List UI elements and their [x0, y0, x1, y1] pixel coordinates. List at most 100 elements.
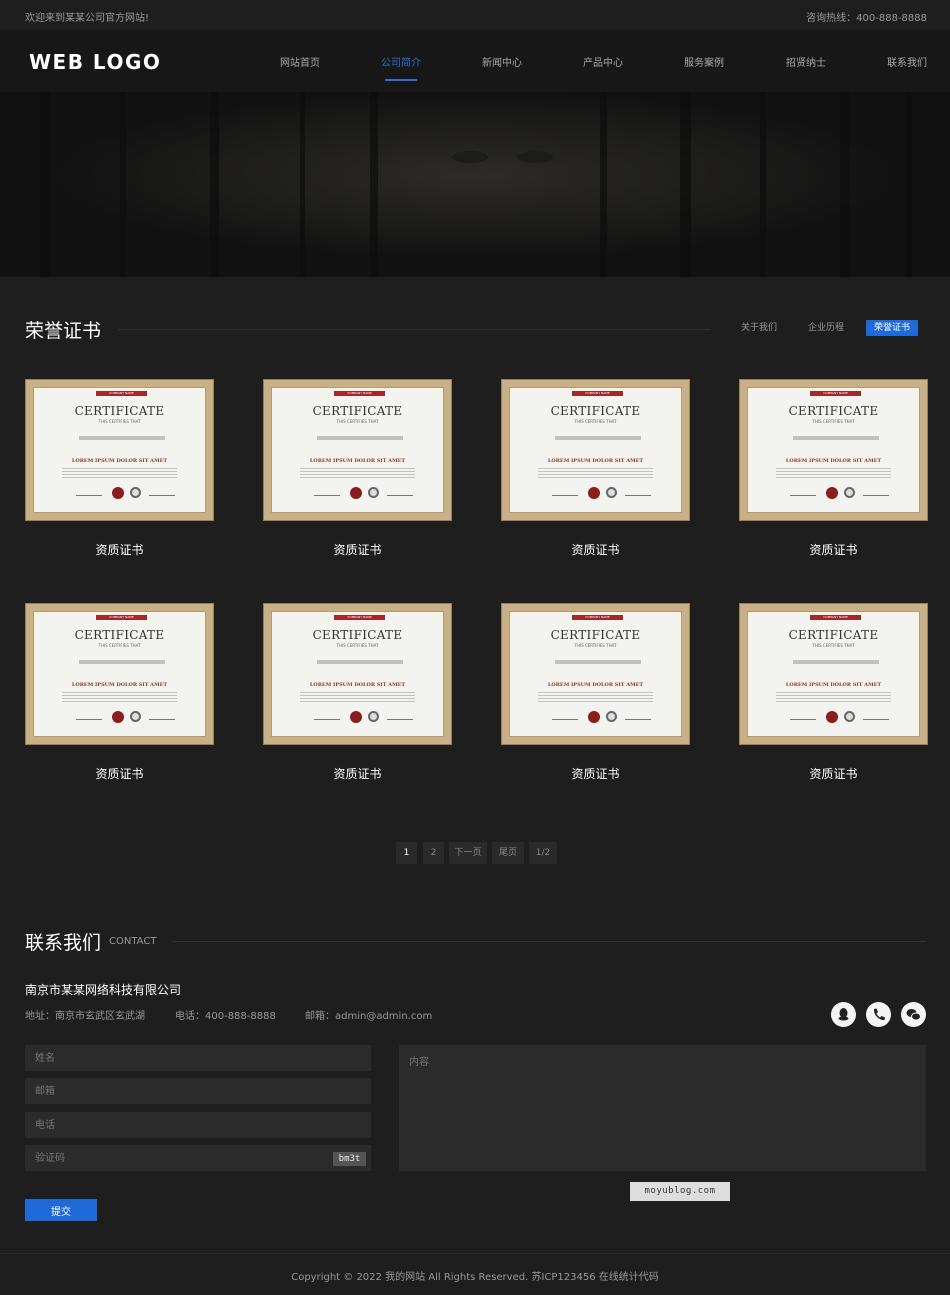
- site-logo[interactable]: WEB LOGO: [29, 50, 161, 74]
- contact-subtitle: CONTACT: [109, 936, 157, 947]
- wax-seal-icon: [826, 711, 838, 723]
- signature-line: [790, 719, 816, 720]
- medal-icon: [368, 711, 379, 722]
- certificate-card[interactable]: COMPANY NAME CERTIFICATE THIS CERTIFIES TH…: [25, 603, 214, 782]
- nav-item-contact[interactable]: 联系我们: [887, 54, 927, 69]
- certificate-name-blur: [793, 660, 879, 664]
- certificate-image[interactable]: COMPANY NAME CERTIFICATE THIS CERTIFIES TH…: [501, 603, 690, 745]
- certificate-ribbon: COMPANY NAME: [810, 615, 861, 620]
- certificate-ribbon: COMPANY NAME: [96, 391, 147, 396]
- subnav-about[interactable]: 关于我们: [733, 320, 785, 336]
- certificate-card[interactable]: COMPANY NAME CERTIFICATE THIS CERTIFIES TH…: [501, 379, 690, 558]
- wechat-icon[interactable]: [901, 1002, 926, 1027]
- certificate-title: CERTIFICATE: [74, 404, 165, 418]
- certificate-lorem: LOREM IPSUM DOLOR SIT AMET: [71, 682, 168, 688]
- certificate-title: CERTIFICATE: [74, 628, 165, 642]
- captcha-image[interactable]: bm3t: [333, 1152, 366, 1166]
- medal-icon: [844, 711, 855, 722]
- certificate-card[interactable]: COMPANY NAME CERTIFICATE THIS CERTIFIES TH…: [25, 379, 214, 558]
- nav-item-jobs[interactable]: 招贤纳士: [786, 54, 826, 69]
- certificate-ribbon: COMPANY NAME: [334, 391, 385, 396]
- page-1[interactable]: 1: [396, 842, 417, 864]
- nav-item-about[interactable]: 公司简介: [381, 54, 421, 69]
- signature-line: [149, 495, 175, 496]
- certificate-card[interactable]: COMPANY NAME CERTIFICATE THIS CERTIFIES TH…: [739, 379, 928, 558]
- nav-item-news[interactable]: 新闻中心: [482, 54, 522, 69]
- certificate-lorem: LOREM IPSUM DOLOR SIT AMET: [547, 682, 644, 688]
- certificate-lorem: LOREM IPSUM DOLOR SIT AMET: [547, 458, 644, 464]
- nav-item-products[interactable]: 产品中心: [583, 54, 623, 69]
- certificate-caption[interactable]: 资质证书: [501, 765, 690, 782]
- phone-input[interactable]: [25, 1112, 371, 1138]
- submit-button[interactable]: 提交: [25, 1199, 97, 1221]
- certificate-image[interactable]: COMPANY NAME CERTIFICATE THIS CERTIFIES TH…: [739, 379, 928, 521]
- certificate-image[interactable]: COMPANY NAME CERTIFICATE THIS CERTIFIES TH…: [501, 379, 690, 521]
- certificate-card[interactable]: COMPANY NAME CERTIFICATE THIS CERTIFIES TH…: [263, 603, 452, 782]
- wax-seal-icon: [112, 711, 124, 723]
- medal-icon: [844, 487, 855, 498]
- next-page-link[interactable]: 下一页: [449, 842, 487, 864]
- address-text: 地址：南京市玄武区玄武湖: [25, 1011, 145, 1022]
- certificate-title: CERTIFICATE: [312, 628, 403, 642]
- certificate-title: CERTIFICATE: [550, 628, 641, 642]
- hero-banner: [0, 92, 950, 277]
- certificate-ribbon: COMPANY NAME: [96, 615, 147, 620]
- certificate-name-blur: [317, 436, 403, 440]
- watermark: moyublog.com: [630, 1182, 730, 1201]
- signature-line: [76, 719, 102, 720]
- certificate-caption[interactable]: 资质证书: [263, 541, 452, 558]
- certificate-ribbon: COMPANY NAME: [572, 391, 623, 396]
- certificate-card[interactable]: COMPANY NAME CERTIFICATE THIS CERTIFIES TH…: [739, 603, 928, 782]
- certificate-lorem: LOREM IPSUM DOLOR SIT AMET: [309, 682, 406, 688]
- certificate-image[interactable]: COMPANY NAME CERTIFICATE THIS CERTIFIES TH…: [263, 603, 452, 745]
- certificate-frame: COMPANY NAME CERTIFICATE THIS CERTIFIES TH…: [747, 611, 920, 737]
- certificate-frame: COMPANY NAME CERTIFICATE THIS CERTIFIES TH…: [271, 611, 444, 737]
- certificate-body-lines: [776, 468, 891, 478]
- certificate-image[interactable]: COMPANY NAME CERTIFICATE THIS CERTIFIES TH…: [25, 379, 214, 521]
- certificate-image[interactable]: COMPANY NAME CERTIFICATE THIS CERTIFIES TH…: [739, 603, 928, 745]
- main-nav: 网站首页 公司简介 新闻中心 产品中心 服务案例 招贤纳士 联系我们: [250, 30, 950, 92]
- signature-line: [863, 719, 889, 720]
- certificate-card[interactable]: COMPANY NAME CERTIFICATE THIS CERTIFIES TH…: [501, 603, 690, 782]
- certificate-caption[interactable]: 资质证书: [501, 541, 690, 558]
- certificate-body-lines: [300, 692, 415, 702]
- certificate-title: CERTIFICATE: [788, 628, 879, 642]
- name-input[interactable]: [25, 1045, 371, 1071]
- certificate-caption[interactable]: 资质证书: [739, 765, 928, 782]
- certificate-caption[interactable]: 资质证书: [739, 541, 928, 558]
- certificate-caption[interactable]: 资质证书: [263, 765, 452, 782]
- header: WEB LOGO 网站首页 公司简介 新闻中心 产品中心 服务案例 招贤纳士 联…: [0, 30, 950, 92]
- email-input[interactable]: [25, 1078, 371, 1104]
- certificate-subtitle: THIS CERTIFIES THAT: [574, 419, 617, 424]
- top-bar: 欢迎来到某某公司官方网站! 咨询热线：400-888-8888: [0, 0, 950, 30]
- signature-line: [76, 495, 102, 496]
- certificate-caption[interactable]: 资质证书: [25, 541, 214, 558]
- certificate-card[interactable]: COMPANY NAME CERTIFICATE THIS CERTIFIES TH…: [263, 379, 452, 558]
- signature-line: [314, 495, 340, 496]
- subnav-history[interactable]: 企业历程: [800, 320, 852, 336]
- signature-line: [625, 495, 651, 496]
- content-textarea[interactable]: [399, 1045, 926, 1171]
- certificate-subtitle: THIS CERTIFIES THAT: [812, 643, 855, 648]
- subnav-honors[interactable]: 荣誉证书: [866, 320, 919, 336]
- medal-icon: [130, 711, 141, 722]
- nav-item-home[interactable]: 网站首页: [280, 54, 320, 69]
- certificate-frame: COMPANY NAME CERTIFICATE THIS CERTIFIES TH…: [33, 611, 206, 737]
- wax-seal-icon: [350, 711, 362, 723]
- certificate-image[interactable]: COMPANY NAME CERTIFICATE THIS CERTIFIES TH…: [263, 379, 452, 521]
- certificate-ribbon: COMPANY NAME: [572, 615, 623, 620]
- certificate-lorem: LOREM IPSUM DOLOR SIT AMET: [785, 458, 882, 464]
- certificate-body-lines: [538, 692, 653, 702]
- company-name: 南京市某某网络科技有限公司: [25, 983, 182, 997]
- certificate-caption[interactable]: 资质证书: [25, 765, 214, 782]
- certificate-name-blur: [79, 660, 165, 664]
- qq-icon[interactable]: [831, 1002, 856, 1027]
- certificate-name-blur: [317, 660, 403, 664]
- certificate-ribbon: COMPANY NAME: [810, 391, 861, 396]
- captcha-input[interactable]: [25, 1145, 371, 1171]
- phone-icon[interactable]: [866, 1002, 891, 1027]
- page-2[interactable]: 2: [423, 842, 444, 864]
- last-page-link[interactable]: 尾页: [492, 842, 524, 864]
- certificate-image[interactable]: COMPANY NAME CERTIFICATE THIS CERTIFIES TH…: [25, 603, 214, 745]
- nav-item-cases[interactable]: 服务案例: [684, 54, 724, 69]
